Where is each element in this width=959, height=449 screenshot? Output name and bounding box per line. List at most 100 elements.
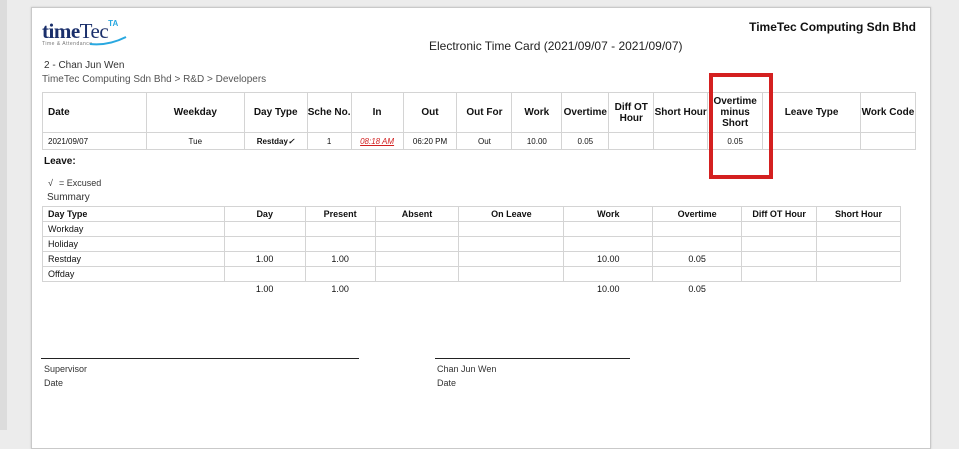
cell-leave-type xyxy=(762,132,861,150)
tick-icon: √ xyxy=(48,178,53,188)
sum-cell xyxy=(652,266,743,282)
sum-cell xyxy=(374,251,460,267)
highlight-box xyxy=(709,73,773,179)
table-row: Restday 1.00 1.00 10.00 0.05 xyxy=(42,251,901,267)
logo-text-main: time xyxy=(42,19,80,43)
cell-overtime: 0.05 xyxy=(561,132,610,150)
sum-cell: 1.00 xyxy=(223,251,306,267)
time-card-page: timeTecTA Time & Attendance TimeTec Comp… xyxy=(31,7,931,449)
sum-col-on-leave: On Leave xyxy=(458,206,565,222)
sum-total-cell: 1.00 xyxy=(331,284,349,294)
cell-out-for: Out xyxy=(456,132,513,150)
sum-cell xyxy=(458,266,565,282)
summary-label: Summary xyxy=(47,192,90,203)
sum-cell xyxy=(458,221,565,237)
sum-cell xyxy=(816,266,901,282)
col-work-code: Work Code xyxy=(859,92,917,133)
table-row: Offday xyxy=(42,266,901,282)
summary-header-row: Day Type Day Present Absent On Leave Wor… xyxy=(42,206,901,222)
col-out-for: Out For xyxy=(456,92,513,133)
sum-cell xyxy=(816,236,901,252)
sum-cell xyxy=(223,236,306,252)
sum-cell xyxy=(304,221,376,237)
sum-cell xyxy=(374,236,460,252)
sum-total-cell xyxy=(459,282,564,297)
table-row: Workday xyxy=(42,221,901,237)
col-leave-type: Leave Type xyxy=(762,92,861,133)
sum-cell xyxy=(458,251,565,267)
col-overtime: Overtime xyxy=(561,92,610,133)
sum-cell xyxy=(741,221,818,237)
col-day-type: Day Type xyxy=(243,92,308,133)
cell-diff-ot-hour xyxy=(608,132,655,150)
sum-col-short-hour: Short Hour xyxy=(816,206,901,222)
sum-cell: Offday xyxy=(42,266,225,282)
leave-label: Leave: xyxy=(44,156,76,167)
report-title-text: Electronic Time Card xyxy=(429,39,541,53)
sum-cell xyxy=(374,221,460,237)
sum-cell xyxy=(563,266,654,282)
summary-table: Day Type Day Present Absent On Leave Wor… xyxy=(42,206,901,296)
sum-cell: Workday xyxy=(42,221,225,237)
col-out: Out xyxy=(402,92,458,133)
col-sche-no: Sche No. xyxy=(306,92,352,133)
legend-text: = Excused xyxy=(58,178,102,188)
sum-cell xyxy=(563,221,654,237)
sum-cell: Holiday xyxy=(42,236,225,252)
supervisor-signature-line xyxy=(41,358,359,359)
sum-cell xyxy=(652,236,743,252)
report-title: Electronic Time Card (2021/09/07 - 2021/… xyxy=(429,39,683,53)
cell-out: 06:20 PM xyxy=(402,132,458,150)
sum-col-overtime: Overtime xyxy=(652,206,743,222)
sum-cell: Restday xyxy=(42,251,225,267)
summary-totals-row: 1.00 1.00 10.00 0.05 xyxy=(43,282,901,297)
sum-total-cell: 1.00 xyxy=(255,284,274,294)
day-type-text: Restday xyxy=(256,136,288,146)
sum-cell xyxy=(563,236,654,252)
supervisor-label: Supervisor xyxy=(44,364,88,374)
sum-cell: 1.00 xyxy=(304,251,376,267)
supervisor-date-label: Date xyxy=(44,378,64,388)
col-short-hour: Short Hour xyxy=(653,92,709,133)
check-icon: ✓ xyxy=(287,136,295,146)
sum-col-diff-ot-hour: Diff OT Hour xyxy=(741,206,818,222)
sum-total-cell xyxy=(817,282,901,297)
sum-cell xyxy=(741,266,818,282)
sum-cell xyxy=(223,266,306,282)
sum-col-day-type: Day Type xyxy=(42,206,225,222)
col-in: In xyxy=(350,92,404,133)
col-work: Work xyxy=(511,92,563,133)
legend-excused: √ = Excused xyxy=(48,178,101,188)
sum-cell xyxy=(304,236,376,252)
sum-cell xyxy=(374,266,460,282)
sum-total-cell: 10.00 xyxy=(597,284,620,294)
sum-col-day: Day xyxy=(223,206,306,222)
sum-cell xyxy=(741,251,818,267)
time-card-table: Date Weekday Day Type Sche No. In Out Ou… xyxy=(42,92,917,150)
cell-sche-no: 1 xyxy=(306,132,352,150)
col-weekday: Weekday xyxy=(145,92,245,133)
sum-col-present: Present xyxy=(304,206,376,222)
cell-work: 10.00 xyxy=(511,132,563,150)
table-row: 2021/09/07 Tue Restday✓ 1 08:18 AM 06:20… xyxy=(42,132,917,150)
logo-text-sup: TA xyxy=(108,19,119,28)
col-date: Date xyxy=(42,92,147,133)
employee-signature-name: Chan Jun Wen xyxy=(437,364,497,374)
table-row: Holiday xyxy=(42,236,901,252)
in-time-link[interactable]: 08:18 AM xyxy=(360,137,394,146)
time-card-header-row: Date Weekday Day Type Sche No. In Out Ou… xyxy=(42,92,917,133)
report-date-range: (2021/09/07 - 2021/09/07) xyxy=(543,39,683,53)
sum-total-cell xyxy=(742,282,817,297)
sum-cell: 0.05 xyxy=(652,251,743,267)
cell-in[interactable]: 08:18 AM xyxy=(350,132,404,150)
sum-col-absent: Absent xyxy=(374,206,460,222)
cell-short-hour xyxy=(653,132,709,150)
cell-work-code xyxy=(859,132,917,150)
sum-cell xyxy=(458,236,565,252)
left-scrollbar[interactable] xyxy=(0,0,7,430)
cell-date: 2021/09/07 xyxy=(42,132,147,150)
logo-swoosh-icon xyxy=(89,36,127,46)
sum-cell xyxy=(816,221,901,237)
employee-signature-line xyxy=(435,358,630,359)
company-name: TimeTec Computing Sdn Bhd xyxy=(749,20,916,34)
